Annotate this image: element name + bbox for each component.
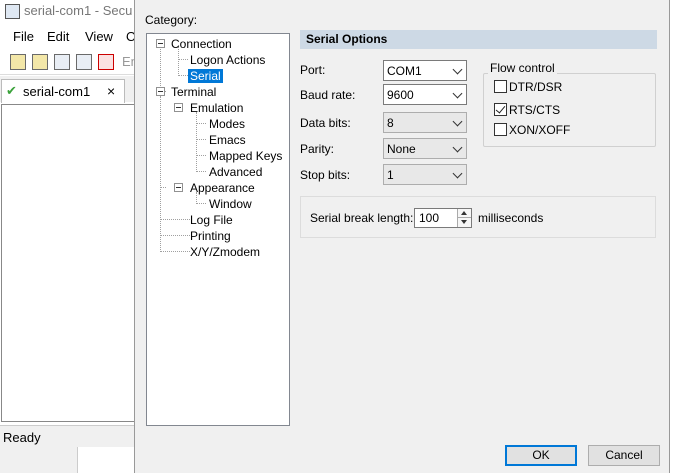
tree-item-mapped-keys[interactable]: Mapped Keys: [209, 149, 282, 163]
baud-rate-select[interactable]: 9600: [383, 84, 467, 105]
collapse-appearance-toggle[interactable]: [174, 183, 183, 192]
tree-item-xyzmodem[interactable]: X/Y/Zmodem: [190, 245, 260, 259]
connect-icon[interactable]: [10, 54, 26, 70]
chevron-down-icon: [452, 168, 463, 179]
check-icon: [495, 103, 506, 114]
parity-label: Parity:: [300, 142, 335, 156]
break-length-unit: milliseconds: [478, 211, 544, 225]
tree-item-connection[interactable]: Connection: [171, 37, 232, 51]
tree-item-window[interactable]: Window: [209, 197, 252, 211]
category-tree[interactable]: Connection Logon Actions Serial Terminal…: [146, 33, 290, 426]
app-icon: [5, 4, 20, 19]
menu-view[interactable]: View: [85, 29, 113, 44]
flow-control-title: Flow control: [488, 61, 557, 75]
quick-connect-icon[interactable]: [32, 54, 48, 70]
collapse-connection-toggle[interactable]: [156, 39, 165, 48]
ok-button[interactable]: OK: [505, 445, 577, 466]
baud-rate-label: Baud rate:: [300, 88, 356, 102]
connected-check-icon: ✔: [6, 83, 17, 98]
cancel-button[interactable]: Cancel: [588, 445, 660, 466]
chevron-down-icon: [452, 64, 463, 75]
tree-item-terminal[interactable]: Terminal: [171, 85, 216, 99]
menu-file[interactable]: File: [13, 29, 34, 44]
connect-tab-icon[interactable]: [54, 54, 70, 70]
menu-edit[interactable]: Edit: [47, 29, 69, 44]
collapse-terminal-toggle[interactable]: [156, 87, 165, 96]
toolbar: En: [0, 50, 140, 75]
spin-down-icon[interactable]: [457, 218, 471, 227]
rts-cts-label: RTS/CTS: [509, 103, 561, 117]
tree-item-appearance[interactable]: Appearance: [190, 181, 255, 195]
port-select[interactable]: COM1: [383, 60, 467, 81]
status-bar-panels: [0, 447, 140, 473]
tree-item-serial[interactable]: Serial: [188, 69, 223, 83]
tree-item-emacs[interactable]: Emacs: [209, 133, 246, 147]
parity-select[interactable]: None: [383, 138, 467, 159]
reconnect-icon[interactable]: [76, 54, 92, 70]
chevron-down-icon: [452, 142, 463, 153]
port-label: Port:: [300, 63, 326, 77]
break-length-label: Serial break length:: [310, 211, 414, 225]
xon-xoff-checkbox[interactable]: [494, 123, 507, 136]
category-label: Category:: [145, 13, 198, 27]
tab-label: serial-com1: [23, 84, 91, 99]
status-bar: Ready: [0, 425, 140, 448]
tree-item-advanced[interactable]: Advanced: [209, 165, 262, 179]
data-bits-select[interactable]: 8: [383, 112, 467, 133]
xon-xoff-label: XON/XOFF: [509, 123, 571, 137]
dtr-dsr-checkbox[interactable]: [494, 80, 507, 93]
chevron-down-icon: [452, 88, 463, 99]
collapse-emulation-toggle[interactable]: [174, 103, 183, 112]
stop-bits-select[interactable]: 1: [383, 164, 467, 185]
tree-item-printing[interactable]: Printing: [190, 229, 231, 243]
rts-cts-checkbox[interactable]: [494, 103, 507, 116]
dtr-dsr-label: DTR/DSR: [509, 80, 563, 94]
tab-serial-com1[interactable]: ✔ serial-com1 ×: [1, 79, 125, 103]
menu-bar: File Edit View O: [0, 27, 140, 47]
session-tabs: ✔ serial-com1 ×: [0, 76, 140, 103]
close-icon[interactable]: ×: [107, 83, 115, 99]
tree-item-log-file[interactable]: Log File: [190, 213, 233, 227]
stop-bits-label: Stop bits:: [300, 168, 351, 182]
app-title: serial-com1 - Secu: [24, 3, 133, 18]
spin-up-icon[interactable]: [457, 209, 471, 218]
data-bits-label: Data bits:: [300, 116, 351, 130]
section-header: Serial Options: [300, 30, 657, 49]
tree-item-emulation[interactable]: Emulation: [190, 101, 243, 115]
tree-item-logon-actions[interactable]: Logon Actions: [190, 53, 265, 67]
disconnect-icon[interactable]: [98, 54, 114, 70]
break-length-spinner[interactable]: 100: [414, 208, 472, 228]
terminal-area[interactable]: [1, 104, 138, 422]
tree-item-modes[interactable]: Modes: [209, 117, 245, 131]
break-length-value: 100: [419, 211, 440, 225]
app-title-bar: serial-com1 - Secu: [0, 0, 140, 22]
status-text: Ready: [3, 430, 41, 445]
section-title: Serial Options: [306, 32, 388, 46]
chevron-down-icon: [452, 116, 463, 127]
